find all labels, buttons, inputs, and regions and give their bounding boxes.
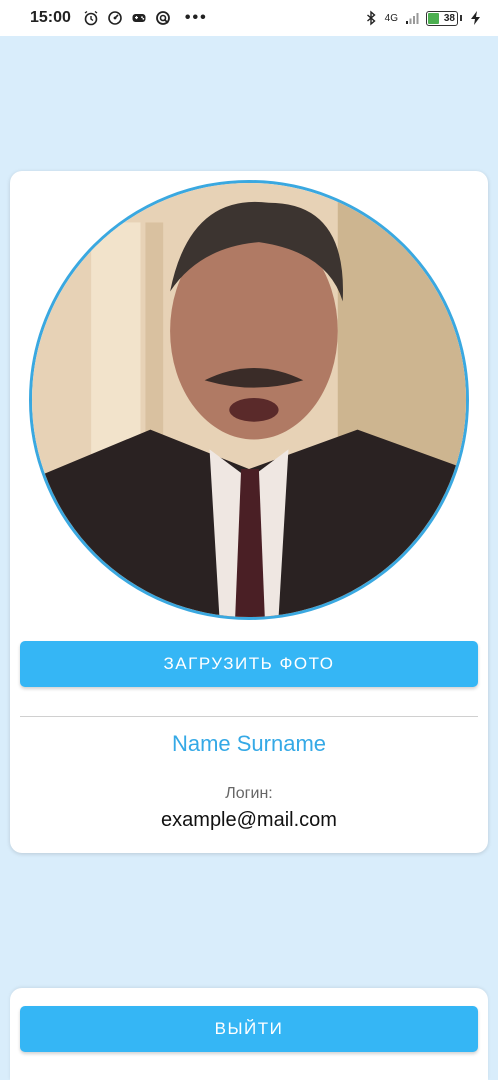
network-type: 4G [384, 12, 398, 24]
speedometer-icon [108, 11, 122, 25]
battery-tip [460, 15, 462, 21]
avatar-photo [32, 183, 466, 617]
battery-percent: 38 [443, 12, 455, 24]
login-value: example@mail.com [161, 809, 337, 831]
status-time: 15:00 [30, 9, 71, 26]
overflow-dots: ••• [184, 9, 208, 26]
vpn-icon [156, 11, 170, 25]
status-bar-left: 15:00 ••• [30, 9, 208, 27]
signal-icon [406, 13, 419, 24]
divider [20, 716, 478, 717]
status-bar-right: 4G 38 [363, 10, 484, 26]
bluetooth-icon [366, 10, 376, 26]
game-icon [132, 14, 146, 22]
profile-card: ЗАГРУЗИТЬ ФОТО Name Surname Логин: examp… [10, 171, 488, 853]
profile-avatar[interactable] [29, 180, 469, 620]
charging-icon [471, 11, 480, 25]
alarm-icon [84, 10, 98, 26]
upload-photo-button[interactable]: ЗАГРУЗИТЬ ФОТО [20, 641, 478, 687]
battery-fill [428, 12, 439, 24]
bottom-panel: ВЫЙТИ [10, 988, 488, 1080]
status-bar: 15:00 ••• 4G 38 [0, 0, 498, 36]
login-label: Логин: [225, 785, 273, 802]
battery-indicator: 38 [426, 10, 458, 26]
user-full-name: Name Surname [171, 731, 327, 756]
logout-button[interactable]: ВЫЙТИ [20, 1006, 478, 1052]
